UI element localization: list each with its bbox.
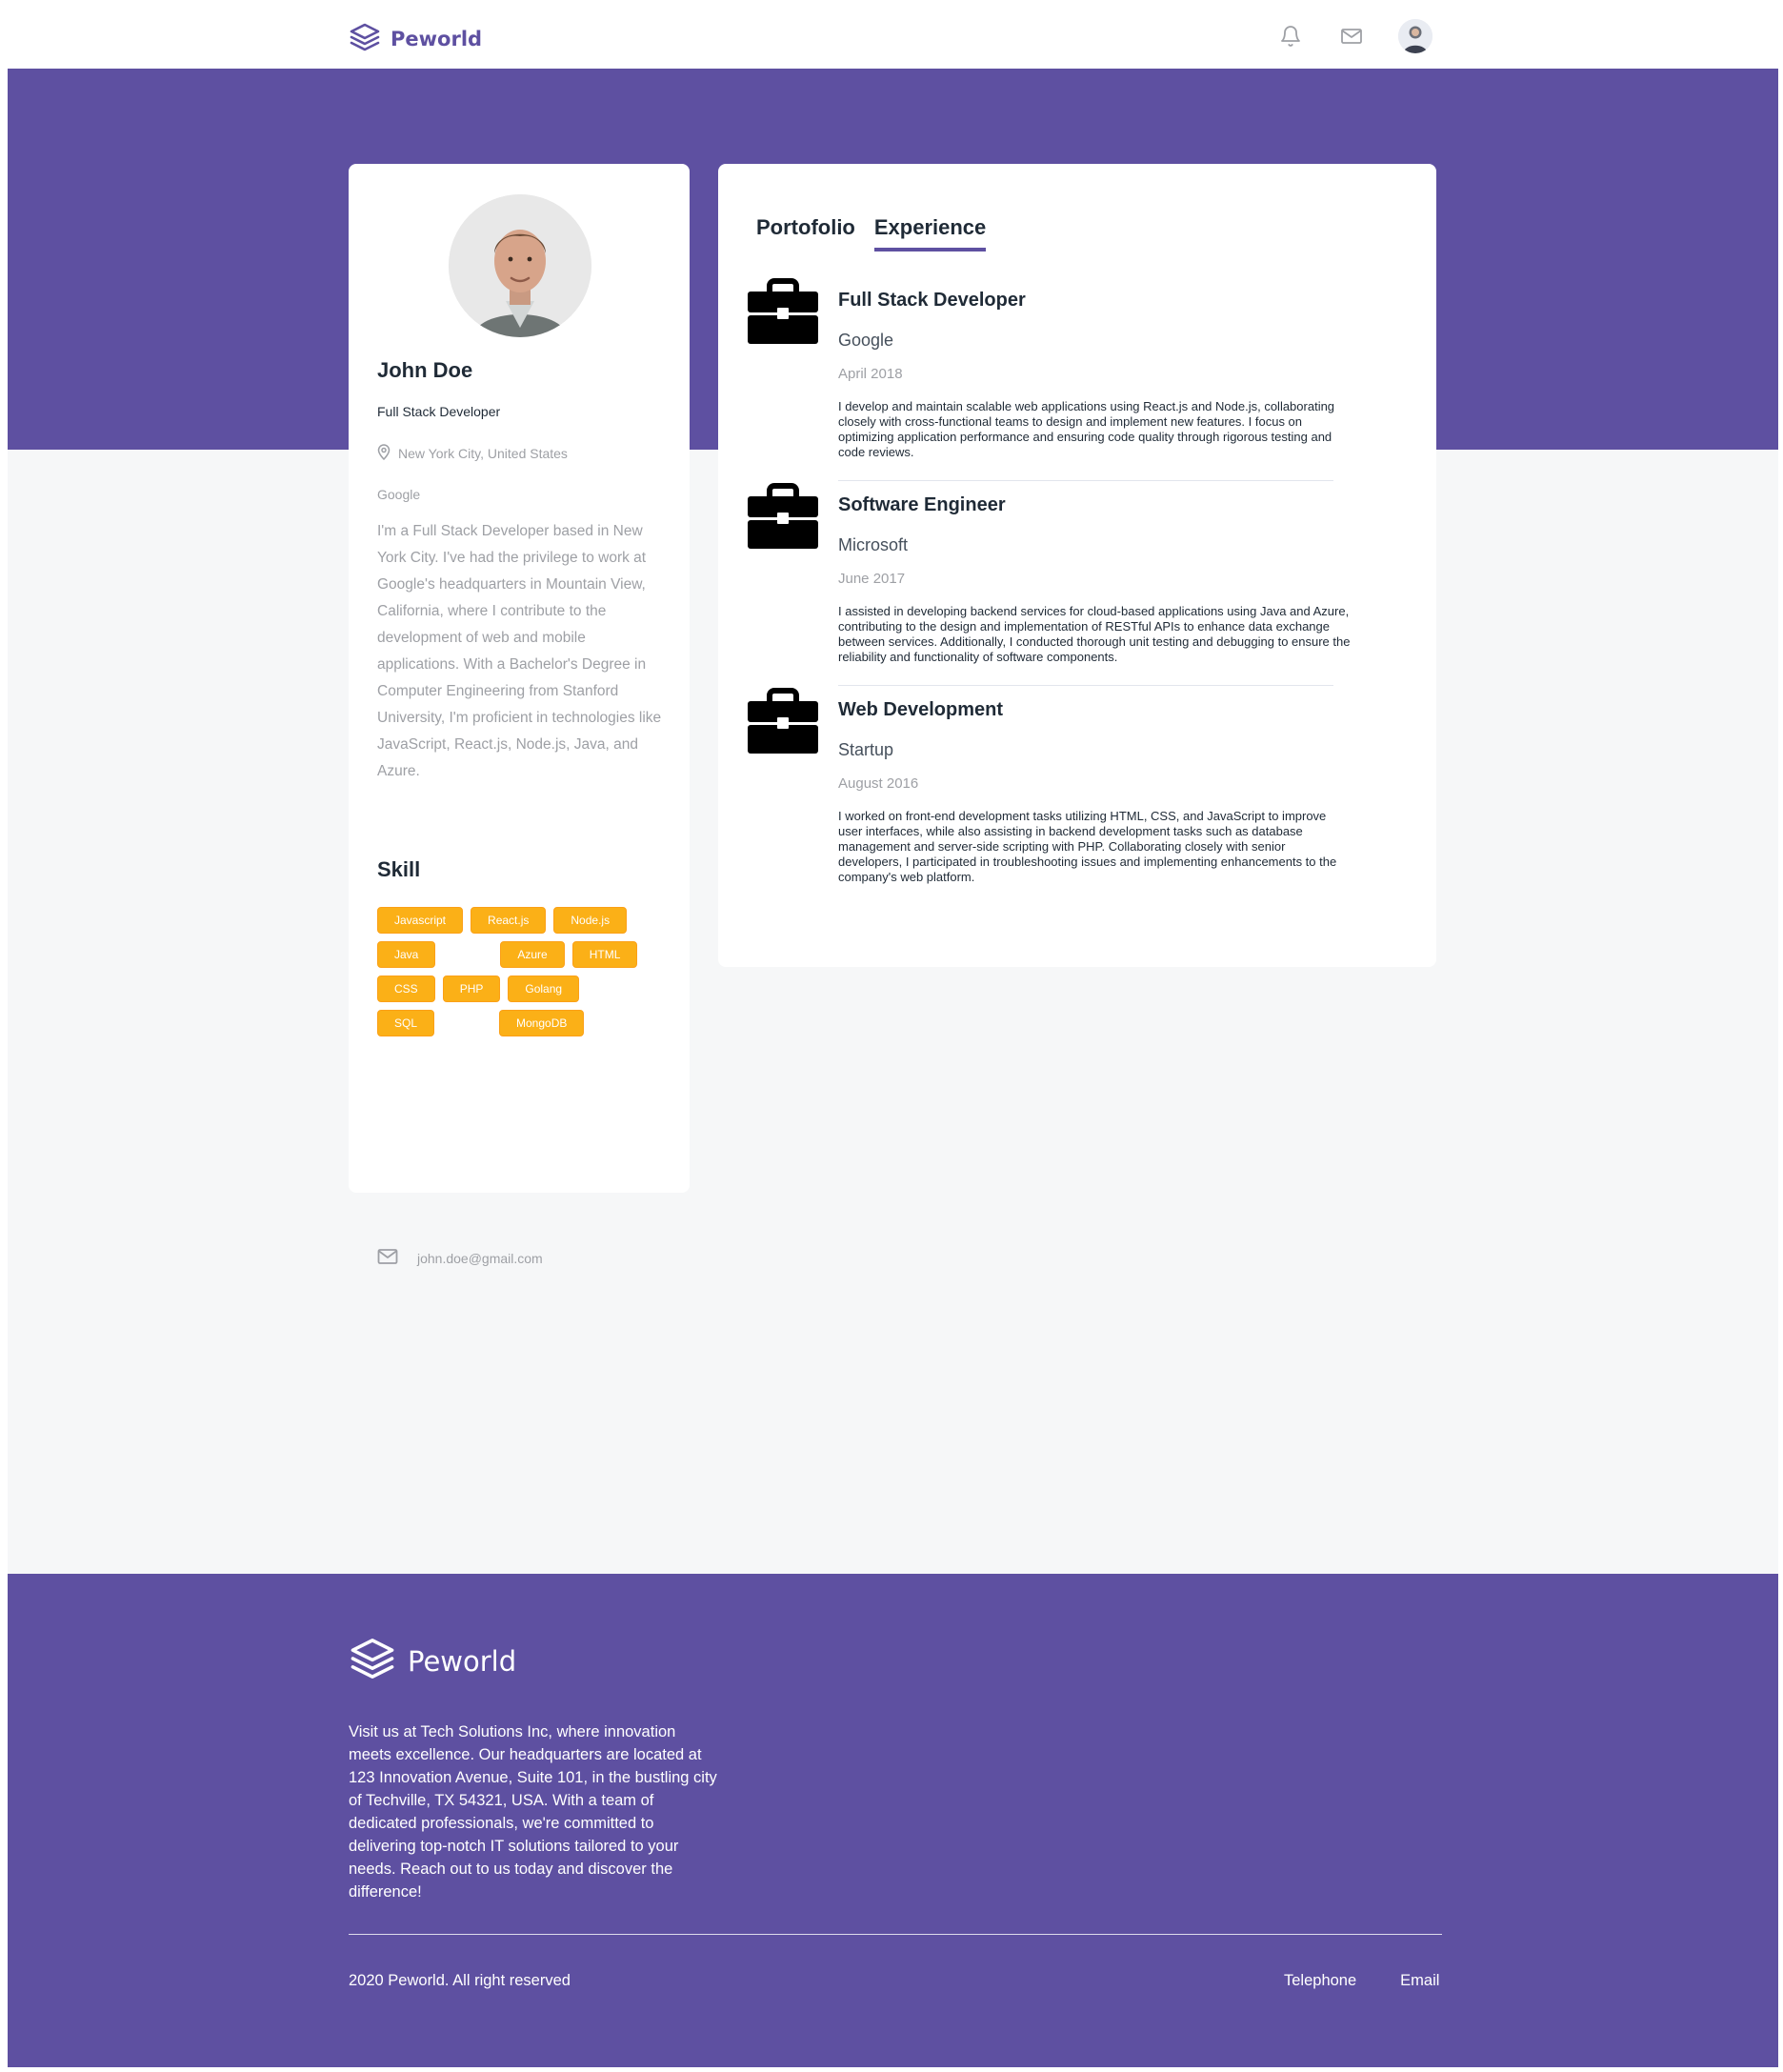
experience-company: Microsoft: [838, 535, 909, 554]
mail-icon: [377, 1248, 398, 1268]
skill-badge: SQL: [377, 1010, 435, 1036]
skill-badge: Java: [377, 941, 436, 968]
profile-card: John Doe Full Stack Developer New York C…: [349, 164, 690, 1266]
avatar[interactable]: [1398, 19, 1432, 53]
experience-details: Software Engineer Microsoft June 2017 I …: [838, 494, 1352, 665]
profile-location: New York City, United States: [377, 444, 568, 463]
experience-company: Startup: [838, 740, 894, 759]
bell-icon[interactable]: [1276, 22, 1305, 50]
profile-photo: [449, 194, 591, 337]
profile-email-text[interactable]: john.doe@gmail.com: [417, 1251, 543, 1266]
profile-company: Google: [377, 487, 421, 502]
layers-icon: [349, 1635, 396, 1687]
nav-actions: [1276, 19, 1432, 53]
experience-date: April 2018: [838, 366, 903, 382]
profile-about: I'm a Full Stack Developer based in New …: [377, 523, 662, 779]
skill-badge: HTML: [571, 941, 638, 968]
experience-title: Web Development: [838, 699, 1003, 720]
map-pin-icon: [377, 444, 391, 463]
experience-description: I worked on front-end development tasks …: [838, 809, 1337, 884]
skill-badge: PHP: [442, 976, 501, 1002]
skill-heading: Skill: [377, 857, 421, 881]
skill-badge: MongoDB: [499, 1010, 585, 1036]
skill-badge: CSS: [377, 976, 435, 1002]
navbar: Peworld: [0, 0, 1783, 69]
experience-description: I assisted in developing backend service…: [838, 604, 1351, 664]
layers-icon: [349, 21, 381, 58]
footer-description: Visit us at Tech Solutions Inc, where in…: [349, 1723, 717, 1901]
footer: Peworld Visit us at Tech Solutions Inc, …: [8, 1574, 1778, 2067]
footer-brand[interactable]: Peworld: [349, 1635, 516, 1687]
experience-company: Google: [838, 331, 894, 350]
footer-copyright: 2020 Peworld. All right reserved: [349, 1972, 571, 1989]
skill-list: Javascript React.js Node.js Java Azure H…: [377, 907, 663, 1036]
skill-badge: Golang: [508, 976, 580, 1002]
experience-title: Software Engineer: [838, 494, 1006, 515]
skill-badge: React.js: [471, 907, 547, 934]
briefcase-icon: [747, 278, 819, 345]
footer-divider: [349, 1934, 1442, 1935]
footer-link-email[interactable]: Email: [1400, 1972, 1439, 1990]
tab-experience[interactable]: Experience: [873, 215, 987, 251]
page: Peworld John Doe Full Stack Developer Ne…: [0, 0, 1783, 2072]
skill-badge: Node.js: [553, 907, 628, 934]
mail-icon[interactable]: [1337, 22, 1366, 50]
brand-name: Peworld: [391, 28, 483, 50]
tab-portfolio[interactable]: Portofolio: [756, 215, 855, 251]
experience-date: June 2017: [838, 571, 906, 587]
brand-logo[interactable]: Peworld: [349, 21, 482, 57]
experience-details: Full Stack Developer Google April 2018 I…: [838, 290, 1352, 460]
divider: [838, 685, 1333, 686]
briefcase-icon: [747, 688, 819, 754]
experience-details: Web Development Startup August 2016 I wo…: [838, 699, 1352, 885]
profile-location-text: New York City, United States: [398, 446, 568, 461]
skill-badge: Azure: [500, 941, 565, 968]
divider: [838, 480, 1333, 481]
experience-card: Portofolio Experience Full Stack Develop…: [718, 164, 1436, 967]
experience-date: August 2016: [838, 775, 919, 792]
briefcase-icon: [747, 483, 819, 550]
experience-title: Full Stack Developer: [838, 290, 1026, 311]
experience-description: I develop and maintain scalable web appl…: [838, 399, 1335, 459]
profile-role: Full Stack Developer: [377, 404, 501, 419]
skill-badge: Javascript: [377, 907, 464, 934]
profile-name: John Doe: [377, 358, 473, 382]
footer-link-telephone[interactable]: Telephone: [1284, 1972, 1356, 1990]
profile-email[interactable]: john.doe@gmail.com: [377, 1248, 543, 1268]
footer-brand-name: Peworld: [408, 1644, 517, 1678]
profile-tabs: Portofolio Experience: [756, 215, 987, 251]
footer-links: Telephone Email: [1284, 1972, 1439, 1990]
